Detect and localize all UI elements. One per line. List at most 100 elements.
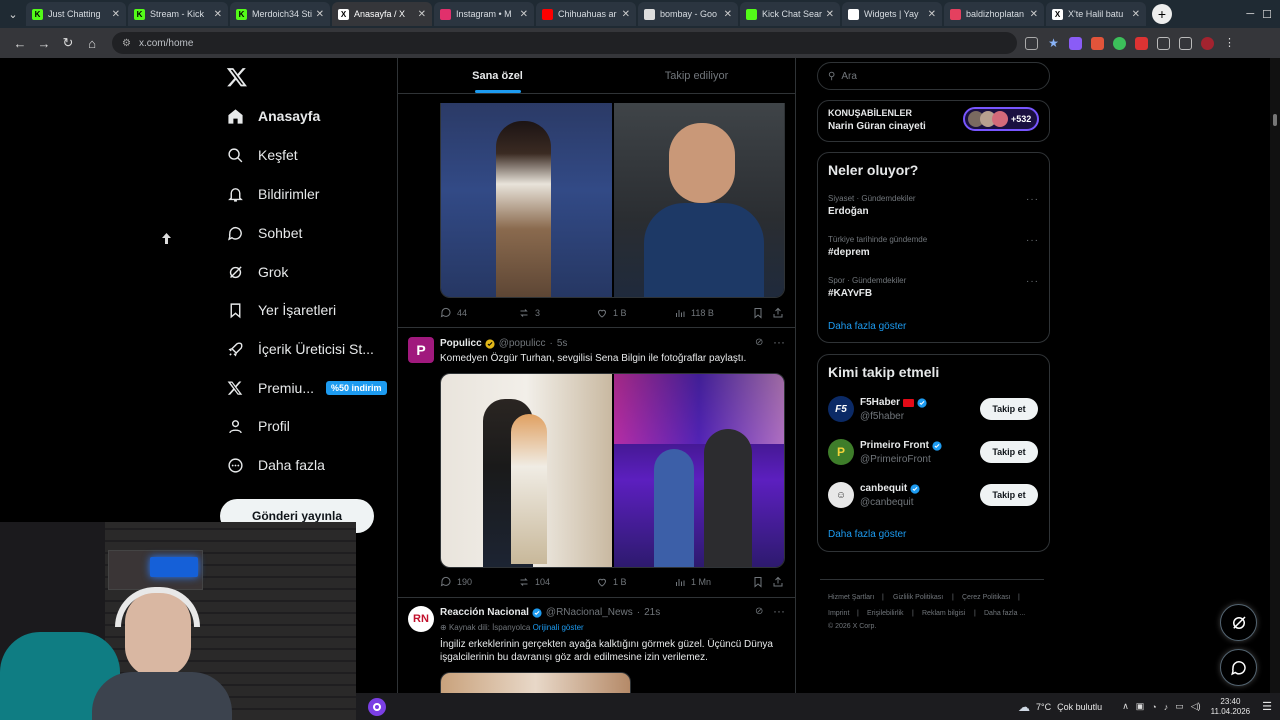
tab-close-icon[interactable]: ✕ [928,9,936,20]
tab-close-icon[interactable]: ✕ [622,9,630,20]
reply-button[interactable]: 44 [440,307,518,319]
avatar[interactable]: ☺ [828,482,854,508]
suggested-user-name[interactable]: F5Haber [860,397,927,408]
messages-fab-button[interactable] [1220,649,1257,686]
nav-item-home[interactable]: Anasayfa [226,102,320,130]
footer-link[interactable]: Erişilebilirlik [867,610,904,617]
tab-for-you[interactable]: Sana özel [398,58,597,93]
browser-tab[interactable]: Instagram • M ✕ [434,2,534,26]
spaces-listeners[interactable]: +532 [963,107,1039,131]
address-bar[interactable]: ⚙ x.com/home [112,32,1017,54]
nav-item-grok[interactable]: Grok [226,258,288,286]
suggested-user-name[interactable]: Primeiro Front [860,440,942,451]
bookmark-star-icon[interactable]: ★ [1047,36,1060,50]
tab-close-icon[interactable]: ✕ [316,9,324,20]
media-photo[interactable] [441,103,612,297]
new-tab-button[interactable]: + [1152,4,1172,24]
views-button[interactable]: 1 Mn [674,576,752,588]
extensions-puzzle-icon[interactable] [1157,36,1170,50]
browser-tab[interactable]: Chihuahuas ar ✕ [536,2,636,26]
who-show-more-link[interactable]: Daha fazla göster [828,529,906,540]
tab-close-icon[interactable]: ✕ [214,9,222,20]
reload-icon[interactable]: ↻ [56,31,80,55]
tray-app-icon[interactable]: ▣ [1136,701,1145,712]
browser-tab[interactable]: K Just Chatting ✕ [26,2,126,26]
trend-name[interactable]: #deprem [828,247,870,258]
maximize-icon[interactable]: ☐ [1262,8,1272,21]
like-button[interactable]: 1 B [596,576,674,588]
extension-shield-icon[interactable] [1113,36,1126,50]
post-time[interactable]: 5s [557,338,568,349]
tab-close-icon[interactable]: ✕ [826,9,834,20]
post-media[interactable] [440,103,785,298]
avatar[interactable]: RN [408,606,434,632]
follow-button[interactable]: Takip et [980,441,1038,463]
avatar[interactable]: P [828,439,854,465]
bookmark-button[interactable] [752,307,772,319]
trend-name[interactable]: Erdoğan [828,206,869,217]
network-icon[interactable]: ▭ [1175,701,1184,712]
author-handle[interactable]: @populicc [499,338,546,349]
profile-avatar-icon[interactable] [1201,36,1214,50]
nav-item-bell[interactable]: Bildirimler [226,180,319,208]
post-media[interactable] [440,373,785,568]
page-scrollbar[interactable] [1270,58,1280,720]
nav-item-person[interactable]: Profil [226,412,290,440]
suggested-user-name[interactable]: canbequit [860,483,920,494]
media-photo[interactable] [613,103,784,297]
search-input[interactable]: ⚲ Ara [817,62,1050,90]
volume-icon[interactable]: ◁) [1191,701,1201,712]
tab-close-icon[interactable]: ✕ [1030,9,1038,20]
trend-more-icon[interactable]: ··· [1026,235,1039,246]
x-logo-icon[interactable] [226,66,248,88]
extension-abp-icon[interactable] [1135,36,1148,50]
author-handle[interactable]: @RNacional_News [546,607,633,618]
tray-app-icon[interactable]: ◔ [1151,702,1156,712]
tab-close-icon[interactable]: ✕ [112,9,120,20]
grok-explain-icon[interactable]: ⊘ [755,606,763,617]
forward-arrow-icon[interactable]: → [32,31,56,55]
tab-following[interactable]: Takip ediliyor [597,58,795,93]
tab-close-icon[interactable]: ✕ [1132,9,1140,20]
browser-tab[interactable]: X X'te Halil batu ✕ [1046,2,1146,26]
home-button-icon[interactable]: ⌂ [80,31,104,55]
more-options-icon[interactable]: ··· [773,335,785,349]
footer-link[interactable]: Hizmet Şartları [828,594,874,601]
follow-button[interactable]: Takip et [980,484,1038,506]
tab-close-icon[interactable]: ✕ [724,9,732,20]
scrollbar-thumb[interactable] [1273,114,1277,126]
follow-button[interactable]: Takip et [980,398,1038,420]
minimize-icon[interactable]: ─ [1246,8,1254,21]
nav-item-bookmark[interactable]: Yer İşaretleri [226,296,336,324]
grok-fab-button[interactable] [1220,604,1257,641]
tab-close-icon[interactable]: ✕ [520,9,528,20]
share-button[interactable] [772,576,784,588]
browser-tab[interactable]: K Stream - Kick ✕ [128,2,228,26]
show-original-link[interactable]: Orijinali göster [533,623,584,632]
browser-menu-icon[interactable]: ⋮ [1223,37,1236,50]
footer-link[interactable]: Reklam bilgisi [922,610,965,617]
browser-tab[interactable]: Kick Chat Sear ✕ [740,2,840,26]
bookmark-button[interactable] [752,576,772,588]
microphone-icon[interactable]: ♪ [1164,702,1169,712]
browser-tab[interactable]: baldizhoplatan ✕ [944,2,1044,26]
avatar[interactable]: F5 [828,396,854,422]
views-button[interactable]: 118 B [674,307,752,319]
cast-icon[interactable] [1025,36,1038,50]
nav-item-search[interactable]: Keşfet [226,141,298,169]
nav-item-rocket[interactable]: İçerik Üreticisi St... [226,335,374,363]
like-button[interactable]: 1 B [596,307,674,319]
repost-button[interactable]: 3 [518,307,596,319]
extension-purple-icon[interactable] [1069,36,1082,50]
share-button[interactable] [772,307,784,319]
footer-link[interactable]: Gizlilik Politikası [893,594,943,601]
avatar[interactable]: P [408,337,434,363]
grok-explain-icon[interactable]: ⊘ [755,337,763,348]
footer-link[interactable]: Imprint [828,610,849,617]
browser-tab[interactable]: X Anasayfa / X ✕ [332,2,432,26]
browser-tab[interactable]: Widgets | Yay ✕ [842,2,942,26]
back-arrow-icon[interactable]: ← [8,31,32,55]
post-time[interactable]: 21s [644,607,660,618]
weather-widget[interactable]: ☁ 7°C Çok bulutlu [1018,700,1102,714]
tab-groups-icon[interactable] [1179,36,1192,50]
